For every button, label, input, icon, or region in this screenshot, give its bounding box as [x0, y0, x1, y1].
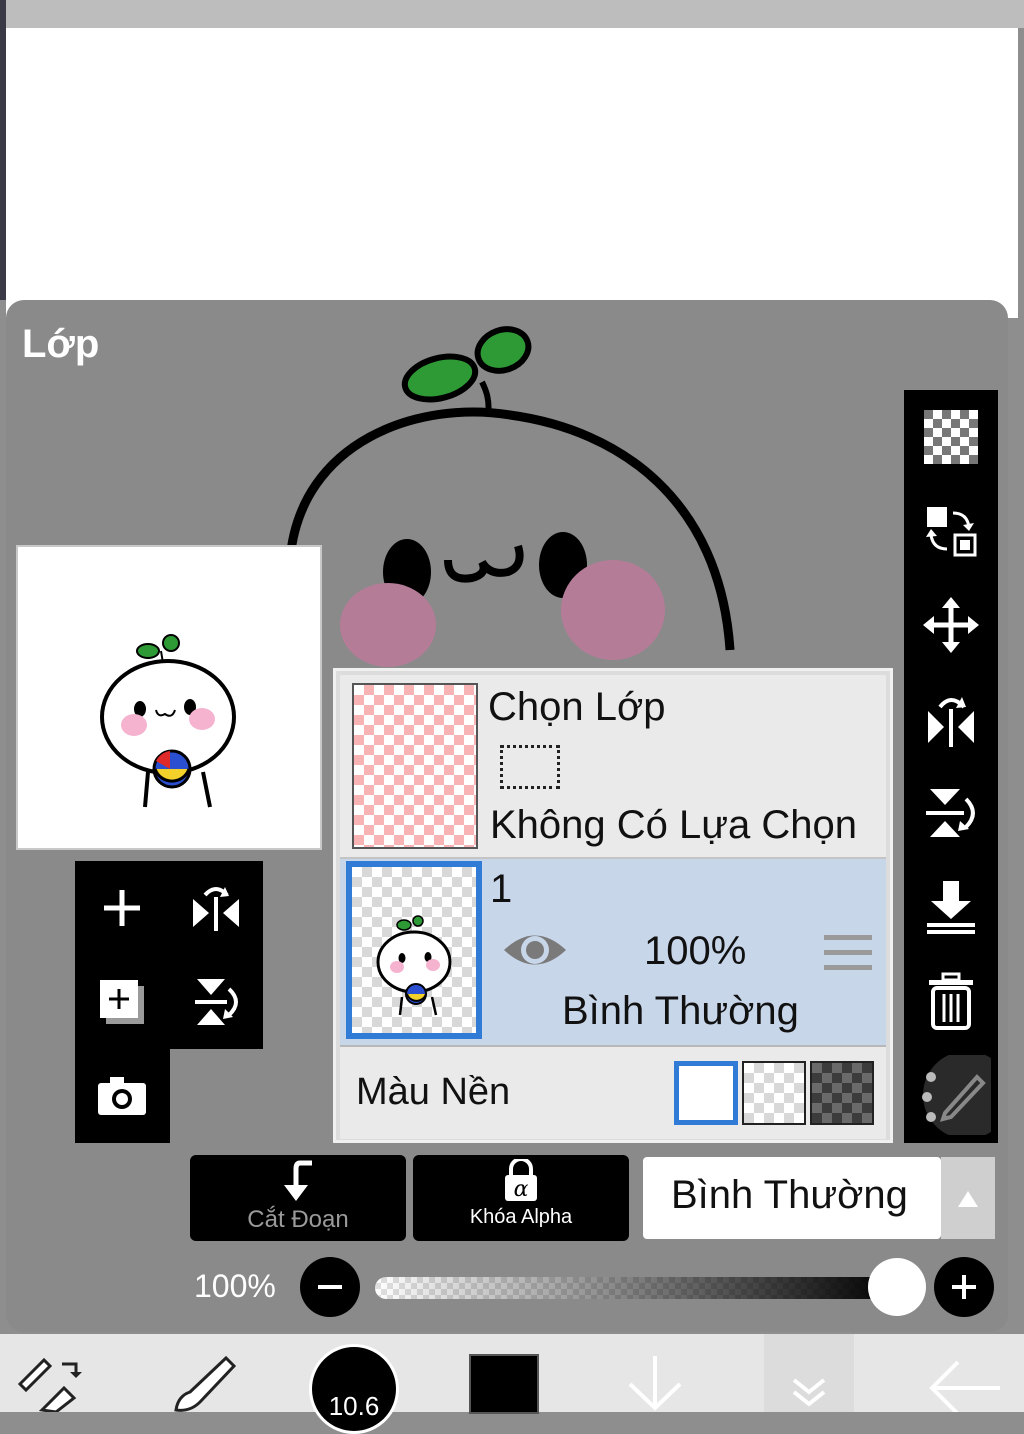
background-dark-option[interactable]	[810, 1061, 874, 1125]
selection-status: Không Có Lựa Chọn	[490, 803, 858, 847]
bottom-toolbar: 10.6	[0, 1334, 1024, 1434]
layer-visibility-toggle[interactable]	[500, 925, 570, 975]
flip-vertical-right-button[interactable]	[904, 766, 998, 860]
left-edge	[0, 0, 6, 300]
layer-row-1[interactable]: 1 100% Bình Thường	[340, 859, 886, 1047]
opacity-decrease-button[interactable]	[300, 1257, 360, 1317]
status-bar	[0, 0, 1024, 28]
move-layer-button[interactable]	[904, 578, 998, 672]
layer-1-artwork	[376, 915, 452, 1016]
clipping-label: Cắt Đoạn	[247, 1206, 349, 1233]
flip-horizontal-button[interactable]	[169, 861, 263, 955]
double-chevron-down-icon	[792, 1378, 826, 1407]
layers-menu-button[interactable]	[764, 1334, 854, 1412]
merge-down-button[interactable]	[904, 860, 998, 954]
triangle-up-icon	[958, 1191, 978, 1207]
camera-button[interactable]	[75, 1049, 169, 1143]
tool-switch-button[interactable]	[14, 1354, 84, 1414]
delete-layer-button[interactable]	[904, 954, 998, 1048]
flip-vertical-button[interactable]	[169, 955, 263, 1049]
selection-layer-title: Chọn Lớp	[488, 685, 666, 729]
canvas-preview[interactable]	[16, 545, 322, 850]
layer-more-options-button[interactable]	[904, 1048, 998, 1142]
add-layer-from-file-button[interactable]	[75, 955, 169, 1049]
swap-icon	[926, 507, 977, 557]
brush-size-button[interactable]: 10.6	[309, 1344, 399, 1434]
opacity-increase-button[interactable]	[934, 1257, 994, 1317]
swap-layers-button[interactable]	[904, 484, 998, 578]
add-layer-copy-icon	[100, 980, 144, 1024]
pen-eraser-swap-icon	[17, 1357, 82, 1414]
clipping-arrow-icon	[284, 1160, 312, 1201]
flip-vertical-icon	[195, 979, 238, 1025]
selection-layer-thumbnail	[352, 683, 478, 849]
blend-mode-select[interactable]: Bình Thường	[643, 1157, 941, 1239]
lock-alpha-icon: α	[505, 1157, 537, 1202]
arrow-down-icon	[628, 1356, 682, 1411]
blend-mode-dropdown-button[interactable]	[941, 1157, 995, 1239]
layer-list: Chọn Lớp Không Có Lựa Chọn 1 100% Bình T…	[333, 668, 893, 1143]
transparent-fill-button[interactable]	[904, 390, 998, 484]
drawing-canvas[interactable]	[6, 28, 1018, 318]
minus-icon	[318, 1285, 342, 1289]
add-layer-button[interactable]	[75, 861, 169, 955]
preview-artwork	[100, 634, 236, 808]
move-icon	[923, 597, 979, 653]
eye-icon	[504, 935, 566, 965]
opacity-value-label: 100%	[194, 1268, 276, 1304]
flip-horizontal-icon	[193, 887, 239, 931]
brush-icon	[174, 1355, 237, 1412]
selection-layer-row[interactable]: Chọn Lớp Không Có Lựa Chọn	[340, 675, 886, 859]
background-color-row: Màu Nền	[340, 1047, 886, 1139]
opacity-slider-knob[interactable]	[868, 1258, 926, 1316]
clipping-button[interactable]: Cắt Đoạn	[190, 1155, 406, 1241]
more-edit-icon	[922, 1055, 991, 1135]
layer-1-opacity: 100%	[644, 929, 747, 973]
arrow-left-icon	[929, 1360, 1000, 1416]
plus-icon	[952, 1275, 976, 1299]
layer-1-blend-mode: Bình Thường	[562, 989, 799, 1033]
background-color-label: Màu Nền	[356, 1071, 511, 1113]
flip-horizontal-right-button[interactable]	[904, 672, 998, 766]
selection-marquee-icon	[500, 745, 560, 789]
opacity-slider-track[interactable]	[375, 1277, 895, 1299]
layer-1-thumbnail	[346, 861, 482, 1039]
plus-icon	[104, 890, 140, 926]
layer-1-name: 1	[490, 867, 513, 911]
flip-horizontal-icon	[928, 697, 974, 747]
panel-title: Lớp	[22, 322, 100, 366]
brush-size-value: 10.6	[328, 1391, 380, 1421]
checkerboard-icon	[924, 410, 978, 464]
layer-drag-handle[interactable]	[824, 933, 872, 973]
background-transparent-option[interactable]	[742, 1061, 806, 1125]
blend-mode-value: Bình Thường	[671, 1173, 908, 1217]
alpha-lock-label: Khóa Alpha	[469, 1206, 573, 1228]
camera-icon	[98, 1077, 146, 1115]
layer-actions-toolbar	[904, 390, 998, 1143]
color-swatch-button[interactable]	[469, 1354, 539, 1414]
brush-tool-button[interactable]	[168, 1352, 238, 1412]
trash-icon	[929, 972, 973, 1030]
layer-down-button[interactable]	[620, 1352, 690, 1412]
merge-down-icon	[927, 881, 975, 934]
flip-vertical-icon	[926, 789, 975, 837]
alpha-lock-button[interactable]: α Khóa Alpha	[413, 1155, 629, 1241]
drag-handle-icon	[824, 935, 872, 970]
svg-text:α: α	[514, 1177, 529, 1202]
background-white-option[interactable]	[674, 1061, 738, 1125]
back-button[interactable]	[920, 1354, 1004, 1416]
